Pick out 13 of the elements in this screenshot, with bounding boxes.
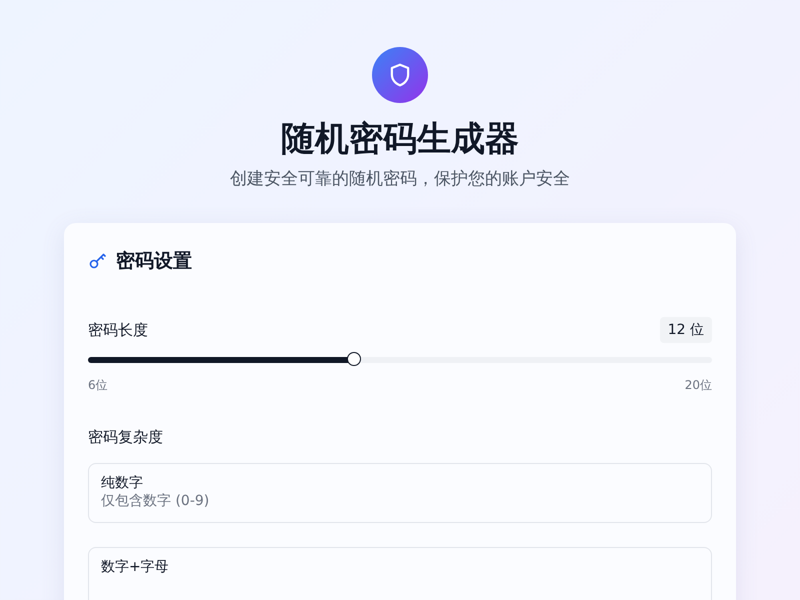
complexity-label: 密码复杂度	[88, 428, 164, 447]
max-label: 20位	[684, 377, 712, 394]
length-value: 12 位	[660, 317, 712, 343]
option-title: 数字+字母	[101, 558, 170, 576]
card-title: 密码设置	[116, 249, 192, 274]
page-subtitle: 创建安全可靠的随机密码，保护您的账户安全	[230, 168, 570, 191]
option-title: 纯数字	[101, 474, 144, 492]
page-title: 随机密码生成器	[281, 118, 519, 161]
min-label: 6位	[88, 377, 108, 394]
complexity-option[interactable]: 数字+字母	[88, 547, 712, 600]
complexity-option[interactable]: 纯数字 仅包含数字 (0-9)	[88, 463, 712, 523]
length-label: 密码长度	[88, 320, 148, 340]
option-description: 仅包含数字 (0-9)	[101, 492, 210, 510]
